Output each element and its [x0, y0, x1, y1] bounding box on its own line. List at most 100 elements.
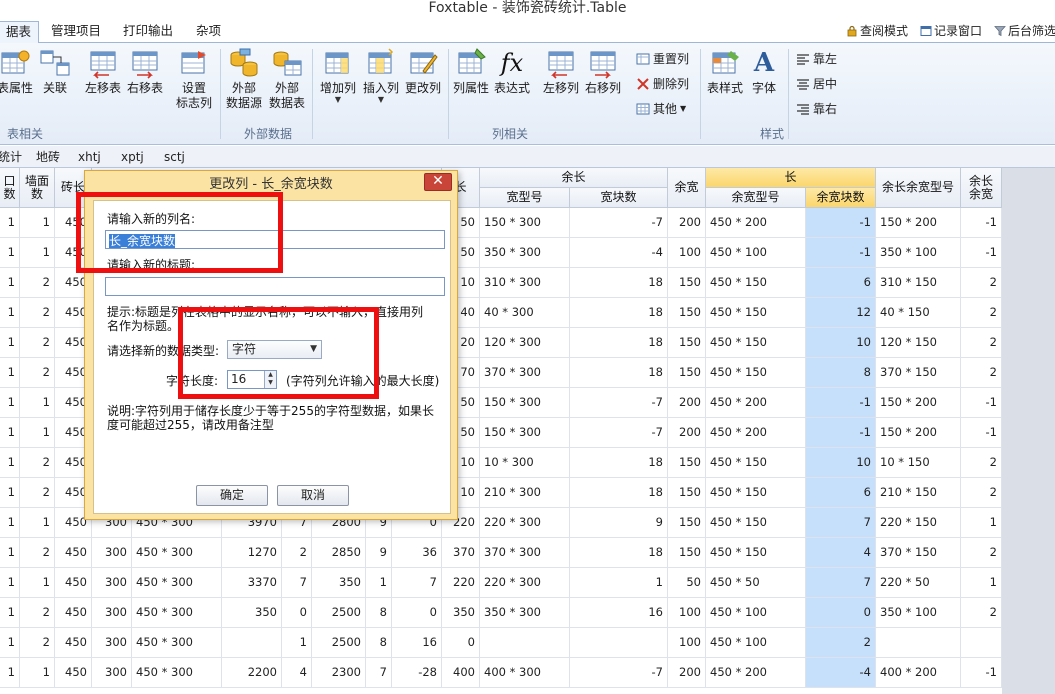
grid-cell[interactable]: 300	[92, 538, 132, 568]
align-center-button[interactable]: 居中	[796, 74, 837, 94]
grid-cell[interactable]: 2	[20, 538, 55, 568]
grid-cell[interactable]: 9	[366, 538, 392, 568]
grid-cell[interactable]: 1	[20, 238, 55, 268]
grid-cell[interactable]: -1	[961, 388, 1002, 418]
grid-cell[interactable]: 450 * 150	[706, 298, 806, 328]
grid-cell[interactable]: 0	[392, 598, 442, 628]
grid-cell[interactable]: 150 * 200	[876, 388, 961, 418]
grid-cell[interactable]: 450 * 150	[706, 268, 806, 298]
grid-cell[interactable]: 350 * 300	[480, 238, 570, 268]
grid-cell[interactable]: 2	[961, 538, 1002, 568]
grid-cell[interactable]: 220 * 300	[480, 568, 570, 598]
move-column-right-button[interactable]: 右移列	[582, 47, 624, 96]
grid-cell[interactable]: 450 * 200	[706, 658, 806, 688]
colname-input[interactable]: 长_余宽块数	[105, 230, 445, 249]
grid-cell[interactable]: 1	[0, 538, 20, 568]
grid-cell[interactable]: 4	[282, 658, 312, 688]
sheet-tab[interactable]: 地砖	[36, 149, 60, 165]
grid-cell[interactable]: 150	[668, 538, 706, 568]
grid-cell[interactable]: 450 * 150	[706, 508, 806, 538]
grid-cell[interactable]: -1	[961, 238, 1002, 268]
grid-cell[interactable]: 1	[0, 268, 20, 298]
grid-cell[interactable]: 2300	[312, 658, 366, 688]
grid-cell[interactable]: 7	[392, 568, 442, 598]
record-window-button[interactable]: 记录窗口	[920, 22, 982, 40]
column-header[interactable]: 墙面 数	[20, 168, 55, 208]
table-style-button[interactable]: 表样式	[704, 47, 746, 96]
grid-cell[interactable]: 150 * 200	[876, 418, 961, 448]
grid-cell[interactable]: 300	[92, 628, 132, 658]
close-icon[interactable]: ✕	[424, 173, 452, 191]
grid-cell[interactable]: 450 * 100	[706, 598, 806, 628]
grid-cell[interactable]: 150 * 300	[480, 388, 570, 418]
grid-cell[interactable]: 2	[961, 298, 1002, 328]
grid-cell[interactable]: 18	[570, 328, 668, 358]
grid-cell[interactable]: 210 * 300	[480, 478, 570, 508]
grid-cell[interactable]: 450 * 300	[132, 598, 222, 628]
grid-cell[interactable]: -1	[806, 418, 876, 448]
move-table-right-button[interactable]: 右移表	[124, 47, 166, 96]
grid-cell[interactable]: 18	[570, 538, 668, 568]
grid-cell[interactable]: 50	[668, 568, 706, 598]
column-header[interactable]: 余宽块数	[806, 188, 876, 208]
grid-cell[interactable]: 120 * 150	[876, 328, 961, 358]
grid-cell[interactable]: 16	[570, 598, 668, 628]
grid-cell[interactable]: 6	[806, 268, 876, 298]
grid-cell[interactable]: 2	[20, 358, 55, 388]
caption-input[interactable]	[105, 277, 445, 296]
grid-cell[interactable]: 1	[961, 568, 1002, 598]
grid-cell[interactable]: 350 * 300	[480, 598, 570, 628]
grid-cell[interactable]: 370 * 300	[480, 538, 570, 568]
grid-cell[interactable]: -1	[961, 418, 1002, 448]
grid-cell[interactable]	[480, 628, 570, 658]
grid-cell[interactable]: 1	[0, 358, 20, 388]
grid-cell[interactable]	[961, 628, 1002, 658]
grid-cell[interactable]: 2	[961, 268, 1002, 298]
grid-cell[interactable]: 150	[668, 358, 706, 388]
grid-cell[interactable]: 2	[20, 478, 55, 508]
grid-cell[interactable]: 2	[961, 358, 1002, 388]
grid-cell[interactable]: 310 * 300	[480, 268, 570, 298]
grid-cell[interactable]: 2	[961, 448, 1002, 478]
grid-cell[interactable]: 1	[20, 568, 55, 598]
grid-cell[interactable]: -1	[806, 208, 876, 238]
grid-cell[interactable]: 150 * 300	[480, 208, 570, 238]
grid-cell[interactable]: -1	[961, 208, 1002, 238]
sheet-tab[interactable]: 统计	[0, 149, 22, 165]
grid-cell[interactable]: 2	[961, 328, 1002, 358]
font-button[interactable]: A 字体	[746, 47, 782, 96]
grid-cell[interactable]: 350	[312, 568, 366, 598]
grid-cell[interactable]: 7	[806, 508, 876, 538]
grid-cell[interactable]: 450	[55, 538, 92, 568]
grid-cell[interactable]: 1	[0, 598, 20, 628]
grid-cell[interactable]: 450	[55, 628, 92, 658]
grid-cell[interactable]: 10 * 150	[876, 448, 961, 478]
grid-cell[interactable]: 450 * 200	[706, 418, 806, 448]
grid-cell[interactable]: 370 * 150	[876, 538, 961, 568]
grid-cell[interactable]: 450 * 150	[706, 448, 806, 478]
grid-cell[interactable]: 9	[570, 508, 668, 538]
grid-cell[interactable]: 400	[442, 658, 480, 688]
grid-cell[interactable]: 450 * 200	[706, 388, 806, 418]
stepper-arrows-icon[interactable]: ▲ ▼	[264, 371, 276, 388]
sheet-tab[interactable]: sctj	[164, 149, 185, 165]
grid-cell[interactable]: 150	[668, 508, 706, 538]
grid-cell[interactable]: -7	[570, 658, 668, 688]
grid-cell[interactable]: 450 * 150	[706, 478, 806, 508]
grid-cell[interactable]: 1	[0, 418, 20, 448]
grid-cell[interactable]: 2	[806, 628, 876, 658]
grid-cell[interactable]: 1	[0, 298, 20, 328]
grid-cell[interactable]: 370 * 150	[876, 358, 961, 388]
length-stepper[interactable]: 16 ▲ ▼	[227, 370, 277, 389]
grid-cell[interactable]: 450	[55, 568, 92, 598]
grid-cell[interactable]: 1	[282, 628, 312, 658]
grid-cell[interactable]: 450 * 300	[132, 568, 222, 598]
grid-cell[interactable]: 1	[0, 628, 20, 658]
grid-cell[interactable]: 18	[570, 358, 668, 388]
grid-cell[interactable]: 40 * 150	[876, 298, 961, 328]
tab-data-table[interactable]: 据表	[0, 21, 40, 44]
grid-cell[interactable]: 6	[806, 478, 876, 508]
grid-cell[interactable]: 350 * 100	[876, 238, 961, 268]
grid-cell[interactable]: 450	[55, 598, 92, 628]
grid-cell[interactable]: -1	[961, 658, 1002, 688]
